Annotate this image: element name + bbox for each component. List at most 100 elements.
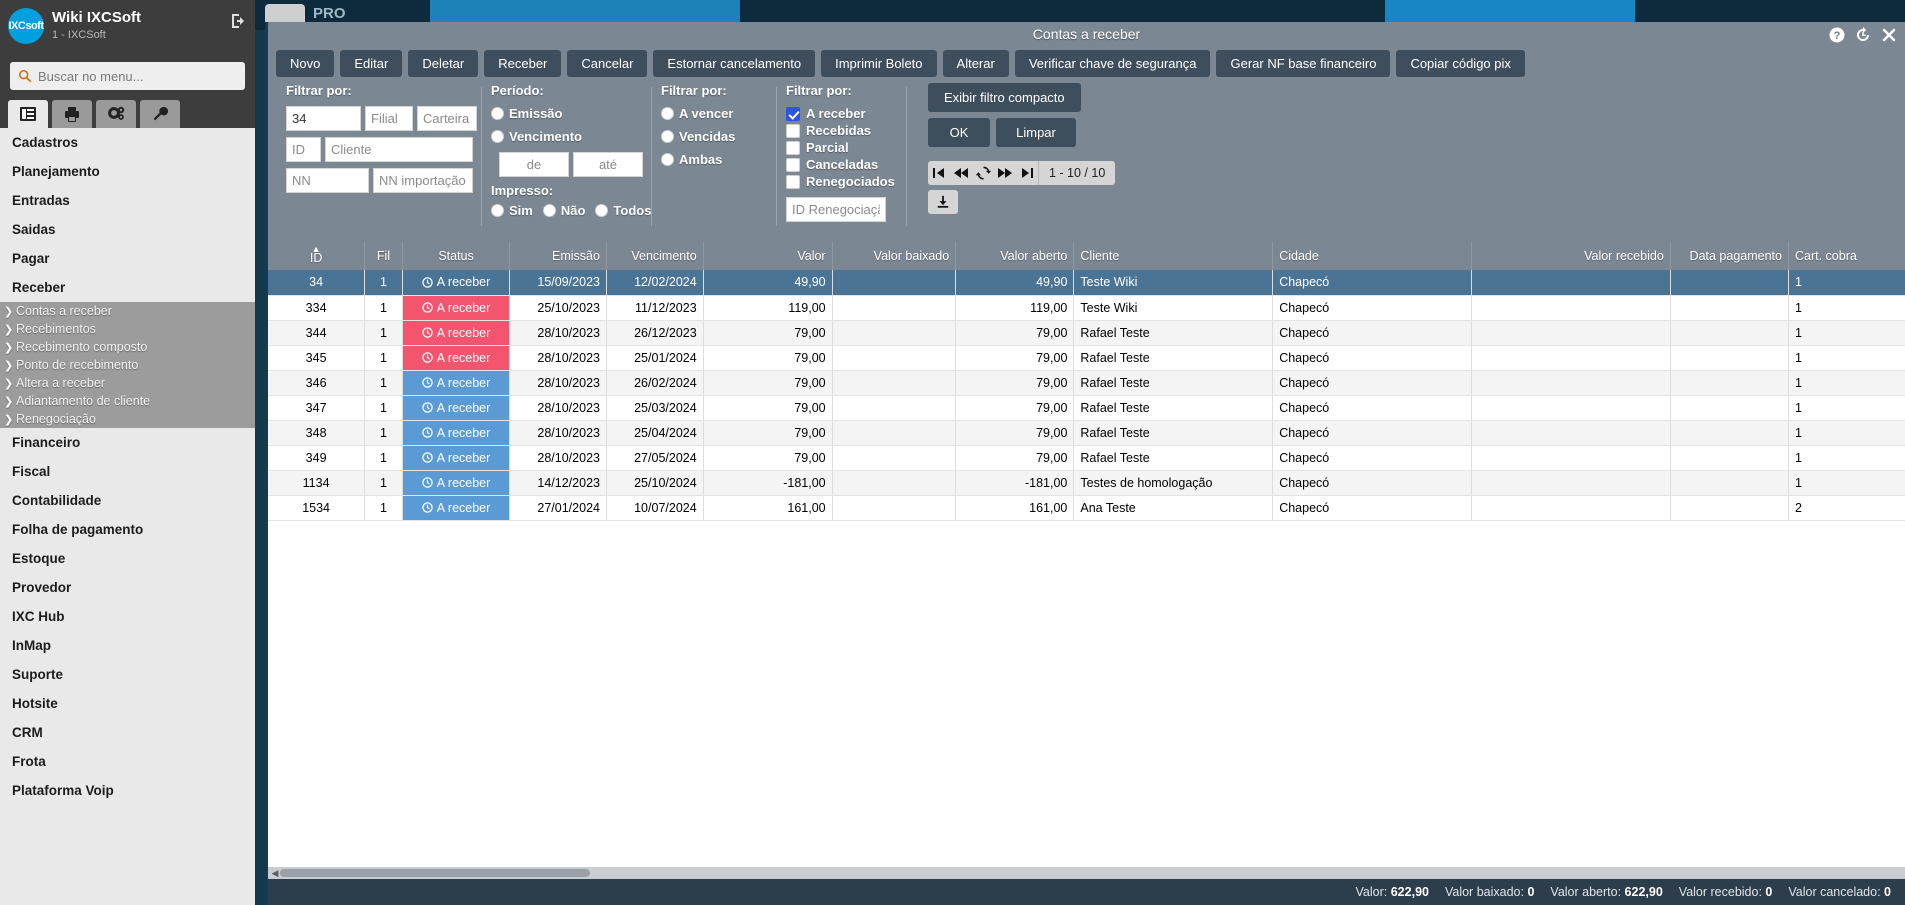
radio-emissao-input[interactable] [491,107,504,120]
sidebar-item-frota[interactable]: Frota [0,747,255,776]
checkbox-recebidas[interactable]: Recebidas [786,123,896,138]
sidebar-tab-tools[interactable] [140,100,180,128]
radio-impresso-todos[interactable]: Todos [595,203,651,218]
periodo-de-input[interactable] [499,152,569,177]
radio-vencimento-input[interactable] [491,130,504,143]
column-header-status[interactable]: Status [402,242,511,270]
sidebar-item-inmap[interactable]: InMap [0,631,255,660]
column-header-fil[interactable]: Fil [364,242,403,270]
checkbox-canceladas[interactable]: Canceladas [786,157,896,172]
help-icon[interactable]: ? [1829,27,1845,43]
next-page-icon[interactable] [994,161,1016,185]
sidebar-item-crm[interactable]: CRM [0,718,255,747]
scrollbar-thumb[interactable] [280,869,590,877]
ok-button[interactable]: OK [928,118,990,147]
nn-input[interactable] [286,168,369,193]
column-header-cliente[interactable]: Cliente [1073,242,1274,270]
history-icon[interactable] [1855,27,1871,43]
novo-button[interactable]: Novo [276,50,335,77]
radio-ambas-input[interactable] [661,153,674,166]
refresh-icon[interactable] [972,161,994,185]
filial-input[interactable] [365,106,413,131]
search-input[interactable] [38,68,237,84]
sidebar-item-ixc-hub[interactable]: IXC Hub [0,602,255,631]
radio-emissao[interactable]: Emissão [491,106,641,121]
imprimir-boleto-button[interactable]: Imprimir Boleto [821,50,937,77]
table-row[interactable]: 1534 1 A receber 27/01/2024 10/07/2024 161,00… [268,495,1905,521]
radio-vencimento[interactable]: Vencimento [491,129,641,144]
checkbox-a-receber[interactable]: A receber [786,106,896,121]
sidebar-item-ponto-de-recebimento[interactable]: ❯ Ponto de recebimento [0,356,255,374]
receber-button[interactable]: Receber [484,50,562,77]
sidebar-item-planejamento[interactable]: Planejamento [0,157,255,186]
column-header-emissao[interactable]: Emissão [509,242,607,270]
cancelar-button[interactable]: Cancelar [567,50,648,77]
download-icon[interactable] [928,190,958,214]
table-row[interactable]: 346 1 A receber 28/10/2023 26/02/2024 79,00 79… [268,370,1905,396]
radio-impresso-nao-input[interactable] [542,204,556,217]
id-input[interactable] [286,106,361,131]
exit-icon[interactable] [229,12,247,30]
sidebar-item-recebimentos[interactable]: ❯ Recebimentos [0,320,255,338]
sidebar-item-pagar[interactable]: Pagar [0,244,255,273]
last-page-icon[interactable] [1016,161,1038,185]
sidebar-item-adiantamento-de-cliente[interactable]: ❯ Adiantamento de cliente [0,392,255,410]
checkbox-parcial-input[interactable] [786,140,800,155]
table-row[interactable]: 348 1 A receber 28/10/2023 25/04/2024 79,00 79… [268,420,1905,446]
periodo-ate-input[interactable] [573,152,643,177]
table-row[interactable]: 34 1 A receber 15/09/2023 12/02/2024 49,90 49,… [268,270,1905,296]
sidebar-item-contas-a-receber[interactable]: ❯ Contas a receber [0,302,255,320]
column-header-data-pagamento[interactable]: Data pagamento [1670,242,1789,270]
copiar-codigo-pix-button[interactable]: Copiar código pix [1396,50,1525,77]
sidebar-item-folha-de-pagamento[interactable]: Folha de pagamento [0,515,255,544]
radio-a-vencer-input[interactable] [661,107,674,120]
sidebar-tab-print[interactable] [52,100,92,128]
limpar-button[interactable]: Limpar [996,118,1076,147]
radio-a-vencer[interactable]: A vencer [661,106,766,121]
sidebar-item-contabilidade[interactable]: Contabilidade [0,486,255,515]
verificar-chave-seguranca-button[interactable]: Verificar chave de segurança [1014,50,1211,77]
cliente-input[interactable] [325,137,473,162]
column-header-cidade[interactable]: Cidade [1272,242,1472,270]
column-header-valor-aberto[interactable]: Valor aberto [955,242,1075,270]
sidebar-item-entradas[interactable]: Entradas [0,186,255,215]
sidebar-item-receber[interactable]: Receber [0,273,255,302]
column-header-valor[interactable]: Valor [703,242,833,270]
table-row[interactable]: 345 1 A receber 28/10/2023 25/01/2024 79,00 79… [268,345,1905,371]
scroll-left-icon[interactable]: ◀ [270,868,280,878]
radio-vencidas[interactable]: Vencidas [661,129,766,144]
cliente-id-input[interactable] [286,137,321,162]
table-row[interactable]: 1134 1 A receber 14/12/2023 25/10/2024 -181,0… [268,470,1905,496]
checkbox-canceladas-input[interactable] [786,157,800,172]
sidebar-item-altera-a-receber[interactable]: ❯ Altera a receber [0,374,255,392]
nn-importacao-input[interactable] [373,168,473,193]
sidebar-item-financeiro[interactable]: Financeiro [0,428,255,457]
sidebar-item-hotsite[interactable]: Hotsite [0,689,255,718]
editar-button[interactable]: Editar [340,50,403,77]
column-header-id[interactable]: ▲ ID [268,242,366,270]
checkbox-renegociados[interactable]: Renegociados [786,174,896,189]
radio-impresso-nao[interactable]: Não [542,203,585,218]
prev-page-icon[interactable] [950,161,972,185]
checkbox-renegociados-input[interactable] [786,174,800,189]
table-row[interactable]: 347 1 A receber 28/10/2023 25/03/2024 79,00 79… [268,395,1905,421]
sidebar-item-cadastros[interactable]: Cadastros [0,128,255,157]
gerar-nf-base-financeiro-button[interactable]: Gerar NF base financeiro [1216,50,1391,77]
column-header-valor-recebido[interactable]: Valor recebido [1471,242,1671,270]
alterar-button[interactable]: Alterar [942,50,1009,77]
table-row[interactable]: 334 1 A receber 25/10/2023 11/12/2023 119,00 1… [268,295,1905,321]
sidebar-tab-menu[interactable] [8,100,48,128]
deletar-button[interactable]: Deletar [408,50,479,77]
column-header-vencimento[interactable]: Vencimento [606,242,704,270]
search-box[interactable] [10,62,245,90]
horizontal-scrollbar[interactable]: ◀ [268,867,1905,879]
estornar-cancelamento-button[interactable]: Estornar cancelamento [653,50,816,77]
sidebar-item-fiscal[interactable]: Fiscal [0,457,255,486]
sidebar-item-suporte[interactable]: Suporte [0,660,255,689]
checkbox-parcial[interactable]: Parcial [786,140,896,155]
sidebar-item-recebimento-composto[interactable]: ❯ Recebimento composto [0,338,255,356]
column-header-cart-cobra[interactable]: Cart. cobra [1788,242,1905,270]
carteira-input[interactable] [417,106,477,131]
radio-impresso-todos-input[interactable] [595,204,609,217]
sidebar-item-renegociacao[interactable]: ❯ Renegociação [0,410,255,428]
